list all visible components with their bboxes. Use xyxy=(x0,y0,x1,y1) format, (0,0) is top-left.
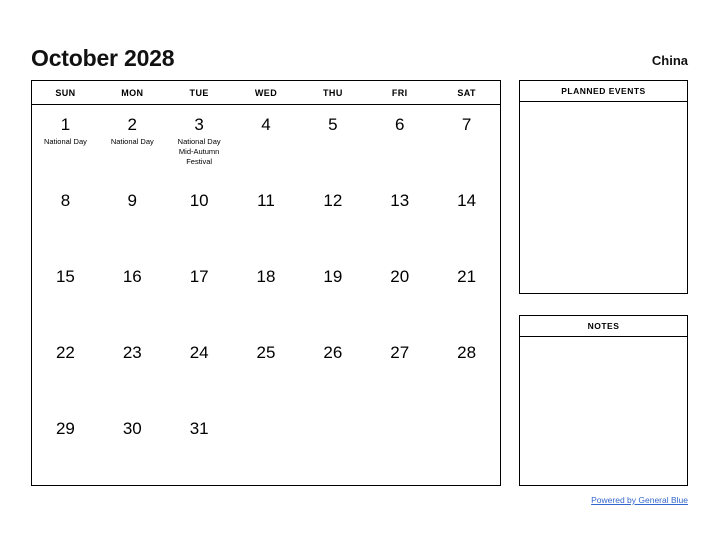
day-number: 18 xyxy=(256,267,276,286)
day-number: 10 xyxy=(189,191,209,210)
day-number: 19 xyxy=(323,267,343,286)
day-cell-12[interactable]: 12 xyxy=(299,181,366,257)
weekday-header-fri: FRI xyxy=(391,87,408,98)
day-number: 25 xyxy=(256,343,276,362)
day-cell-2[interactable]: 2 National Day xyxy=(99,105,166,181)
day-number: 29 xyxy=(55,419,75,438)
day-event-label: National Day xyxy=(110,137,154,147)
day-number: 7 xyxy=(461,115,472,134)
planned-events-panel: PLANNED EVENTS xyxy=(519,80,688,294)
day-cell-14[interactable]: 14 xyxy=(433,181,500,257)
weekday-header-row: SUN MON TUE WED THU FRI SAT xyxy=(32,81,500,105)
day-number: 11 xyxy=(257,191,275,210)
day-number: 24 xyxy=(189,343,209,362)
powered-by-link[interactable]: Powered by General Blue xyxy=(591,495,688,505)
day-cell-7[interactable]: 7 xyxy=(433,105,500,181)
weekday-header-tue: TUE xyxy=(189,87,209,98)
day-number: 5 xyxy=(328,115,338,134)
day-number: 1 xyxy=(60,115,71,134)
day-cell-4[interactable]: 4 xyxy=(233,105,300,181)
calendar-week-row: 22 23 24 25 26 27 28 xyxy=(32,333,500,409)
day-number: 8 xyxy=(60,191,71,210)
day-cell-28[interactable]: 28 xyxy=(433,333,500,409)
day-cell-20[interactable]: 20 xyxy=(366,257,433,333)
weekday-header-sat: SAT xyxy=(457,87,476,98)
day-cell-25[interactable]: 25 xyxy=(233,333,300,409)
day-cell-26[interactable]: 26 xyxy=(299,333,366,409)
day-number: 27 xyxy=(390,343,410,362)
day-cell-6[interactable]: 6 xyxy=(366,105,433,181)
day-cell-10[interactable]: 10 xyxy=(166,181,233,257)
day-number: 22 xyxy=(55,343,75,362)
planned-events-title: PLANNED EVENTS xyxy=(520,81,687,102)
day-cell-5[interactable]: 5 xyxy=(299,105,366,181)
day-cell-3[interactable]: 3 National Day Mid-Autumn Festival xyxy=(166,105,233,181)
day-cell-24[interactable]: 24 xyxy=(166,333,233,409)
day-number: 13 xyxy=(390,191,410,210)
day-number: 3 xyxy=(194,115,204,134)
day-cell-empty xyxy=(366,409,433,485)
calendar-week-row: 1 National Day 2 National Day 3 National Day M… xyxy=(32,105,500,181)
notes-body[interactable] xyxy=(520,337,687,485)
day-cell-empty xyxy=(299,409,366,485)
day-cell-29[interactable]: 29 xyxy=(32,409,99,485)
day-cell-16[interactable]: 16 xyxy=(99,257,166,333)
day-number: 4 xyxy=(261,115,271,134)
day-event-label: National Day xyxy=(43,137,87,147)
weekday-header-mon: MON xyxy=(121,87,144,98)
day-cell-27[interactable]: 27 xyxy=(366,333,433,409)
day-events: National Day xyxy=(99,137,166,147)
day-number: 17 xyxy=(189,267,209,286)
day-cell-9[interactable]: 9 xyxy=(99,181,166,257)
day-number: 12 xyxy=(323,191,343,210)
day-cell-22[interactable]: 22 xyxy=(32,333,99,409)
calendar-week-row: 29 30 31 xyxy=(32,409,500,485)
day-number: 30 xyxy=(122,419,142,438)
day-cell-8[interactable]: 8 xyxy=(32,181,99,257)
day-cell-18[interactable]: 18 xyxy=(233,257,300,333)
day-cell-empty xyxy=(233,409,300,485)
day-number: 14 xyxy=(457,191,477,210)
day-cell-13[interactable]: 13 xyxy=(366,181,433,257)
day-cell-17[interactable]: 17 xyxy=(166,257,233,333)
weekday-header-sun: SUN xyxy=(55,87,76,98)
country-label: China xyxy=(651,53,688,68)
day-cell-30[interactable]: 30 xyxy=(99,409,166,485)
day-number: 16 xyxy=(122,267,142,286)
day-number: 26 xyxy=(323,343,343,362)
day-number: 6 xyxy=(394,115,405,134)
day-number: 2 xyxy=(127,115,138,134)
day-number: 28 xyxy=(457,343,477,362)
notes-title: NOTES xyxy=(520,316,687,337)
page-header: October 2028 China xyxy=(31,30,688,70)
day-number: 23 xyxy=(122,343,142,362)
weekday-header-wed: WED xyxy=(254,87,278,98)
day-events: National Day xyxy=(32,137,99,147)
day-number: 21 xyxy=(457,267,477,286)
day-cell-15[interactable]: 15 xyxy=(32,257,99,333)
calendar-weeks: 1 National Day 2 National Day 3 National Day M… xyxy=(32,105,500,485)
day-cell-empty xyxy=(433,409,500,485)
day-event-label: National Day xyxy=(177,137,221,147)
day-number: 15 xyxy=(55,267,75,286)
calendar-table: SUN MON TUE WED THU FRI SAT 1 National Day 2 Nati… xyxy=(31,80,501,486)
day-cell-31[interactable]: 31 xyxy=(166,409,233,485)
day-number: 20 xyxy=(390,267,410,286)
planned-events-body[interactable] xyxy=(520,102,687,293)
page-title: October 2028 xyxy=(31,45,175,71)
notes-panel: NOTES xyxy=(519,315,688,486)
day-number: 9 xyxy=(127,191,138,210)
day-cell-21[interactable]: 21 xyxy=(433,257,500,333)
day-cell-19[interactable]: 19 xyxy=(299,257,366,333)
day-event-label: Mid-Autumn Festival xyxy=(178,147,220,167)
day-cell-1[interactable]: 1 National Day xyxy=(32,105,99,181)
day-number: 31 xyxy=(189,419,209,438)
day-events: National Day Mid-Autumn Festival xyxy=(166,137,233,167)
calendar-week-row: 8 9 10 11 12 13 14 xyxy=(32,181,500,257)
footer: Powered by General Blue xyxy=(31,495,688,505)
calendar-week-row: 15 16 17 18 19 20 21 xyxy=(32,257,500,333)
day-cell-23[interactable]: 23 xyxy=(99,333,166,409)
day-cell-11[interactable]: 11 xyxy=(233,181,300,257)
weekday-header-thu: THU xyxy=(323,87,343,98)
